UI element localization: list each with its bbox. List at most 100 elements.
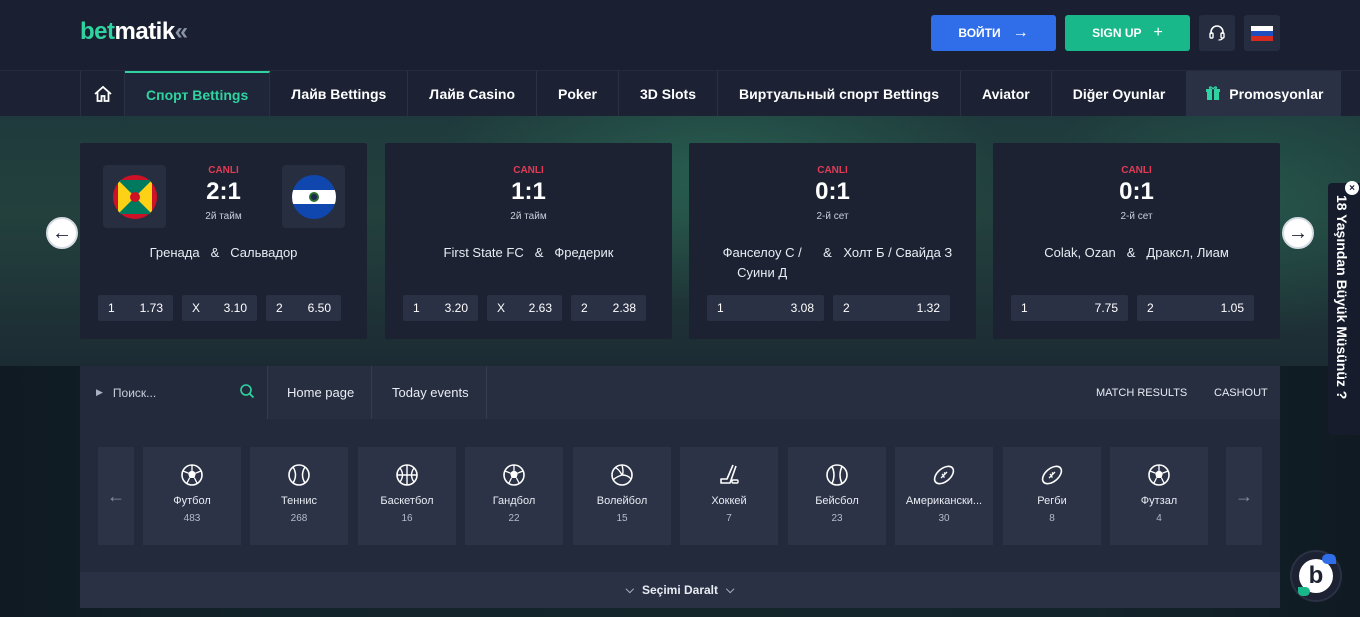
arrow-right-icon: → [1235,485,1253,506]
sport-item-tennis[interactable]: Теннис 268 [250,447,348,545]
nav-sport-bettings[interactable]: Спорт Bettings [125,71,271,117]
narrow-selection-button[interactable]: ⌵ Seçimi Daralt ⌵ [80,572,1280,608]
team-separator: & [1126,245,1136,260]
nav-other-games[interactable]: Diğer Oyunlar [1052,71,1188,117]
odd-button[interactable]: 2 1.05 [1137,295,1254,321]
sports-prev-button[interactable]: ← [98,447,134,545]
tab-today-events[interactable]: Today events [375,366,487,419]
age-verification-banner[interactable]: × 18 Yaşından Büyük Müsünüz ? [1328,181,1360,435]
match-period: 2й тайм [205,211,242,222]
sport-item-hockey[interactable]: Хоккей 7 [680,447,778,545]
baseball-icon [826,464,848,486]
odd-button[interactable]: X 3.10 [182,295,257,321]
carousel-prev-button[interactable]: ← [46,217,78,249]
live-badge: CANLI [208,165,239,176]
sport-item-volleyball[interactable]: Волейбол 15 [573,447,671,545]
odd-button[interactable]: 2 1.32 [833,295,950,321]
odd-button[interactable]: 2 6.50 [266,295,341,321]
sports-carousel: ← Футбол 483 Теннис 268 Баскетбол 16 Ган… [80,419,1280,572]
team-separator: & [823,245,832,260]
sports-toolbar: ▶ Поиск... Home page Today events MATCH … [80,366,1280,419]
nav-home[interactable] [80,71,125,117]
rugby-icon [1041,465,1063,485]
team2-name: Сальвадор [230,245,298,260]
team2-name: Холт Б / Свайда З [843,245,953,260]
match-period: 2-й сет [1120,211,1153,222]
odd-button[interactable]: 1 3.08 [707,295,824,321]
team1-name: Гренада [149,245,200,260]
gift-icon [1205,85,1221,104]
chevron-down-icon: ⌵ [726,583,735,596]
odd-button[interactable]: 1 7.75 [1011,295,1128,321]
match-period: 2й тайм [510,211,547,222]
match-period: 2-й сет [816,211,849,222]
live-badge: CANLI [1121,165,1152,176]
home-icon [93,85,112,102]
team1-name: First State FC [443,245,524,260]
plus-icon: + [1153,24,1163,41]
nav-live-casino[interactable]: Лайв Casino [408,71,538,117]
login-button[interactable]: ВОЙТИ → [931,15,1056,51]
search-input[interactable]: ▶ Поиск... [80,366,268,419]
hockey-icon [720,464,739,484]
play-icon: ▶ [96,387,103,397]
live-match-card[interactable]: CANLI 2:1 2й тайм Гренада & Сальвадор 11… [80,143,367,339]
betmatik-logo[interactable]: betmatik« [80,18,188,46]
search-icon[interactable] [239,383,255,399]
arrow-right-icon: → [1288,221,1308,244]
live-badge: CANLI [513,165,544,176]
live-match-card[interactable]: CANLI 1:1 2й тайм First State FC & Фреде… [385,143,672,339]
handball-icon [503,464,525,486]
close-icon[interactable]: × [1345,181,1359,195]
match-score: 0:1 [1119,178,1154,205]
sport-item-futsal[interactable]: Футзал 4 [1110,447,1208,545]
sport-item-rugby[interactable]: Регби 8 [1003,447,1101,545]
arrow-left-icon: ← [52,221,72,244]
odd-button[interactable]: 1 3.20 [403,295,478,321]
odd-button[interactable]: 2 2.38 [571,295,646,321]
sport-item-handball[interactable]: Гандбол 22 [465,447,563,545]
tab-home-page[interactable]: Home page [270,366,373,419]
carousel-next-button[interactable]: → [1282,217,1314,249]
header: betmatik« ВОЙТИ → SIGN UP + [0,0,1360,70]
tennis-ball-icon [288,464,310,486]
arrow-right-icon: → [1012,24,1029,41]
team-separator: & [210,245,220,260]
soccer-ball-icon [181,464,203,486]
sport-item-baseball[interactable]: Бейсбол 23 [788,447,886,545]
live-badge: CANLI [817,165,848,176]
language-selector[interactable] [1244,15,1280,51]
sport-item-basketball[interactable]: Баскетбол 16 [358,447,456,545]
live-match-card[interactable]: CANLI 0:1 2-й сет Colak, Ozan & Драксл, … [993,143,1280,339]
support-button[interactable] [1199,15,1235,51]
nav-promotions[interactable]: Promosyonlar [1187,71,1342,117]
basketball-icon [396,464,418,486]
odd-button[interactable]: X 2.63 [487,295,562,321]
sport-item-football[interactable]: Футбол 483 [143,447,241,545]
arrow-left-icon: ← [107,485,125,506]
chevron-down-icon: ⌵ [625,583,634,596]
nav-poker[interactable]: Poker [537,71,619,117]
nav-virtual-sport[interactable]: Виртуальный спорт Bettings [718,71,961,117]
live-chat-button[interactable]: b [1290,550,1342,602]
odd-button[interactable]: 1 1.73 [98,295,173,321]
nav-aviator[interactable]: Aviator [961,71,1052,117]
team-separator: & [534,245,544,260]
match-results-link[interactable]: MATCH RESULTS [1096,366,1187,419]
main-nav: Спорт Bettings Лайв Bettings Лайв Casino… [0,70,1360,117]
match-score: 0:1 [815,178,850,205]
sport-item-american-football[interactable]: Американски... 30 [895,447,993,545]
headset-icon [1209,25,1225,41]
russia-flag-icon [1251,25,1273,41]
team1-name: Colak, Ozan [1044,245,1116,260]
live-match-card[interactable]: CANLI 0:1 2-й сет Фанселоу С / Суини Д &… [689,143,976,339]
volleyball-icon [611,464,633,486]
signup-button[interactable]: SIGN UP + [1065,15,1190,51]
nav-live-bettings[interactable]: Лайв Bettings [270,71,409,117]
nav-3d-slots[interactable]: 3D Slots [619,71,718,117]
team2-name: Фредерик [554,245,614,260]
american-football-icon [933,465,955,485]
sports-next-button[interactable]: → [1226,447,1262,545]
team2-name: Драксл, Лиам [1146,245,1229,260]
cashout-link[interactable]: CASHOUT [1214,366,1268,419]
